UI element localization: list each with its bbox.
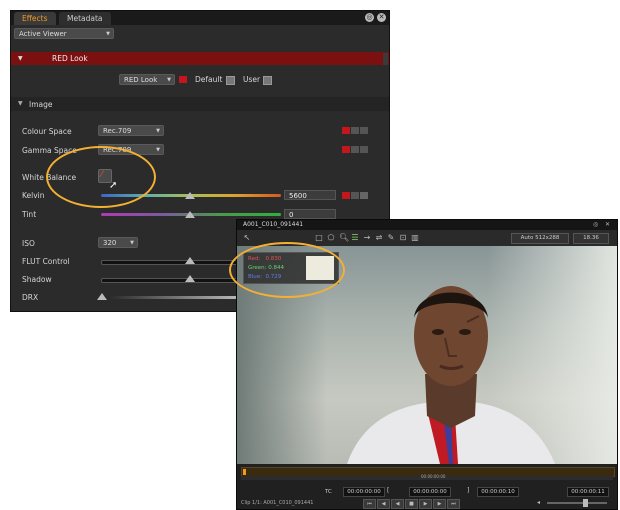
user-label: User: [243, 75, 261, 84]
gray-swatch[interactable]: [360, 146, 368, 153]
scrollbar[interactable]: [383, 53, 388, 65]
detach-icon[interactable]: ◎: [365, 13, 374, 22]
red-look-header[interactable]: ▼ RED Look: [11, 52, 389, 65]
flut-slider-track[interactable]: [101, 260, 243, 265]
flut-control-label: FLUT Control: [22, 257, 70, 266]
current-timecode-field[interactable]: 00:00:00:00: [343, 487, 385, 497]
collapse-triangle-icon: ▼: [18, 55, 23, 62]
viewer-select[interactable]: Active Viewer ▼: [14, 28, 114, 39]
volume-icon[interactable]: ◂: [537, 499, 540, 506]
zoom-select[interactable]: Auto 512x288: [511, 233, 569, 244]
close-icon[interactable]: ✕: [377, 13, 386, 22]
effects-tab-bar: Effects Metadata ◎ ✕: [11, 11, 389, 25]
look-color-swatch[interactable]: [179, 76, 187, 83]
collapse-triangle-icon: ▼: [18, 100, 23, 107]
kelvin-label: Kelvin: [22, 191, 45, 200]
scopes-tool-icon[interactable]: ⊡: [399, 234, 407, 242]
shadow-label: Shadow: [22, 275, 52, 284]
drx-slider-track[interactable]: [101, 296, 241, 299]
shadow-slider-track[interactable]: [101, 278, 243, 283]
red-swatch[interactable]: [342, 192, 350, 199]
mark-out-icon[interactable]: ]: [467, 487, 469, 494]
image-section-header[interactable]: ▼ Image: [11, 97, 389, 111]
in-timecode-field[interactable]: 00:00:00:00: [409, 487, 451, 497]
tint-value-field[interactable]: 0: [284, 209, 336, 219]
tab-metadata[interactable]: Metadata: [59, 12, 111, 25]
detach-icon[interactable]: ◎: [593, 221, 598, 228]
mark-in-icon[interactable]: [: [387, 487, 389, 494]
stats-tool-icon[interactable]: ▥: [411, 234, 419, 242]
look-select-value: RED Look: [124, 76, 158, 84]
arrow-tool-icon[interactable]: →: [363, 234, 371, 242]
tint-slider-thumb[interactable]: [185, 211, 195, 218]
iso-value: 320: [103, 239, 117, 247]
red-swatch[interactable]: [342, 127, 350, 134]
drx-label: DRX: [22, 293, 39, 302]
viewer-title-bar: A001_C010_091441 ◎ ✕: [237, 220, 617, 230]
zoom-tool-icon[interactable]: 🔍︎: [339, 234, 349, 242]
guides-tool-icon[interactable]: ☰: [351, 234, 359, 242]
default-checkbox[interactable]: [226, 76, 235, 85]
tint-label: Tint: [22, 210, 37, 219]
iso-label: ISO: [22, 239, 35, 248]
timeline-timecode: 00:00:00:00: [421, 474, 446, 479]
kelvin-slider-thumb[interactable]: [185, 192, 195, 199]
volume-slider[interactable]: [547, 499, 607, 507]
kelvin-value-field[interactable]: 5600: [284, 190, 336, 200]
red-look-title: RED Look: [52, 54, 88, 63]
tc-label: TC: [325, 489, 332, 495]
chevron-down-icon: ▼: [156, 147, 160, 153]
user-checkbox[interactable]: [263, 76, 272, 85]
volume-slider-thumb[interactable]: [583, 499, 588, 507]
chevron-down-icon: ▼: [130, 240, 134, 246]
pixel-readout-highlight-ring: [229, 242, 345, 298]
subject-person-image: [347, 286, 555, 464]
viewer-title: A001_C010_091441: [243, 221, 304, 228]
pointer-tool-icon[interactable]: ↖: [243, 234, 251, 242]
duration-timecode-field[interactable]: 00:00:00:11: [567, 487, 609, 497]
white-balance-highlight-ring: [46, 146, 156, 208]
playhead[interactable]: [243, 469, 246, 475]
colour-space-value: Rec.709: [103, 127, 132, 135]
flut-slider-thumb[interactable]: [185, 257, 195, 264]
colour-space-label: Colour Space: [22, 127, 72, 136]
red-swatch[interactable]: [342, 146, 350, 153]
shadow-slider-thumb[interactable]: [185, 275, 195, 282]
chevron-down-icon: ▼: [167, 77, 171, 83]
close-icon[interactable]: ✕: [605, 221, 610, 228]
fps-field[interactable]: 18.36: [573, 233, 609, 244]
clip-label: Clip 1/1: A001_C010_091441: [241, 500, 314, 506]
crop-tool-icon[interactable]: □: [315, 234, 323, 242]
gray-swatch[interactable]: [351, 192, 359, 199]
gray-swatch[interactable]: [360, 192, 368, 199]
colour-space-select[interactable]: Rec.709 ▼: [98, 125, 164, 136]
gray-swatch[interactable]: [351, 127, 359, 134]
look-select[interactable]: RED Look ▼: [119, 74, 175, 85]
drx-slider-thumb[interactable]: [97, 293, 107, 300]
chevron-down-icon: ▼: [156, 128, 160, 134]
gray-swatch[interactable]: [351, 146, 359, 153]
iso-select[interactable]: 320 ▼: [98, 237, 138, 248]
chevron-down-icon: ▼: [106, 31, 110, 37]
polygon-tool-icon[interactable]: ⬠: [327, 234, 335, 242]
out-timecode-field[interactable]: 00:00:00:10: [477, 487, 519, 497]
overlay-tool-icon[interactable]: ⇌: [375, 234, 383, 242]
viewer-select-value: Active Viewer: [19, 30, 67, 38]
image-section-title: Image: [29, 100, 53, 109]
default-label: Default: [195, 75, 223, 84]
timeline-ruler: 00:00:00:00: [241, 474, 613, 480]
gray-swatch[interactable]: [360, 127, 368, 134]
eyedropper-tool-icon[interactable]: ✎: [387, 234, 395, 242]
tab-effects[interactable]: Effects: [14, 12, 56, 25]
